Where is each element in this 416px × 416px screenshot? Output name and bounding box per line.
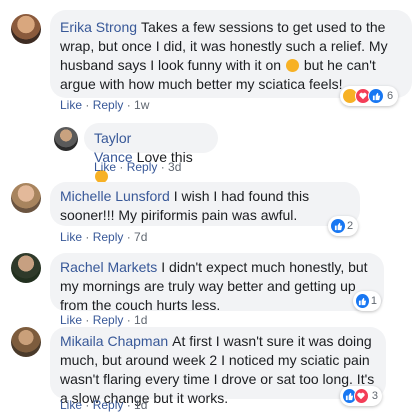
- author-name[interactable]: Rachel Markets: [60, 259, 157, 275]
- reaction-count: 6: [387, 90, 394, 102]
- like-link[interactable]: Like: [94, 160, 116, 174]
- timestamp[interactable]: 1w: [134, 98, 149, 112]
- reaction-summary[interactable]: 3: [340, 386, 382, 406]
- like-link[interactable]: Like: [60, 230, 82, 244]
- avatar[interactable]: [54, 127, 78, 151]
- reply-link[interactable]: Reply: [93, 98, 124, 112]
- comment-bubble: Taylor Vance Love this: [84, 123, 218, 183]
- timestamp[interactable]: 7d: [134, 230, 147, 244]
- like-icon: [368, 88, 384, 104]
- reply-link[interactable]: Reply: [93, 313, 124, 327]
- reply-link[interactable]: Reply: [93, 398, 124, 412]
- reaction-summary[interactable]: 2: [328, 216, 358, 236]
- reaction-count: 1: [370, 295, 377, 307]
- comment-actions: Like · Reply · 7d: [60, 230, 148, 244]
- avatar[interactable]: [11, 253, 41, 283]
- comment-bubble: Michelle Lunsford I wish I had found this…: [50, 182, 360, 226]
- comment-bubble: Erika Strong Takes a few sessions to get …: [50, 10, 412, 98]
- avatar[interactable]: [11, 327, 41, 357]
- reply-link[interactable]: Reply: [93, 230, 124, 244]
- love-icon: [353, 388, 369, 404]
- avatar[interactable]: [11, 14, 41, 44]
- comment-actions: Like · Reply · 3d: [94, 160, 182, 174]
- like-link[interactable]: Like: [60, 98, 82, 112]
- grinning-sweat-emoji-icon: [285, 59, 299, 72]
- comment-bubble: Mikaila Chapman At first I wasn't sure it…: [50, 327, 386, 406]
- timestamp[interactable]: 1d: [134, 398, 147, 412]
- author-name[interactable]: Michelle Lunsford: [60, 188, 170, 204]
- comment-actions: Like · Reply · 1d: [60, 398, 148, 412]
- author-name[interactable]: Erika Strong: [60, 19, 137, 35]
- comment-actions: Like · Reply · 1w: [60, 98, 150, 112]
- timestamp[interactable]: 3d: [168, 160, 181, 174]
- comment-actions: Like · Reply · 1d: [60, 313, 148, 327]
- like-link[interactable]: Like: [60, 398, 82, 412]
- reaction-count: 3: [371, 390, 378, 402]
- avatar[interactable]: [11, 183, 41, 213]
- reaction-count: 2: [347, 220, 354, 232]
- like-icon: [330, 218, 346, 234]
- reply-link[interactable]: Reply: [127, 160, 158, 174]
- comment-bubble: Rachel Markets I didn't expect much hones…: [50, 253, 384, 313]
- timestamp[interactable]: 1d: [134, 313, 147, 327]
- reaction-summary[interactable]: 6: [340, 86, 398, 106]
- author-name[interactable]: Mikaila Chapman: [60, 333, 168, 349]
- like-link[interactable]: Like: [60, 313, 82, 327]
- reaction-summary[interactable]: 1: [353, 291, 381, 311]
- like-icon: [355, 293, 370, 309]
